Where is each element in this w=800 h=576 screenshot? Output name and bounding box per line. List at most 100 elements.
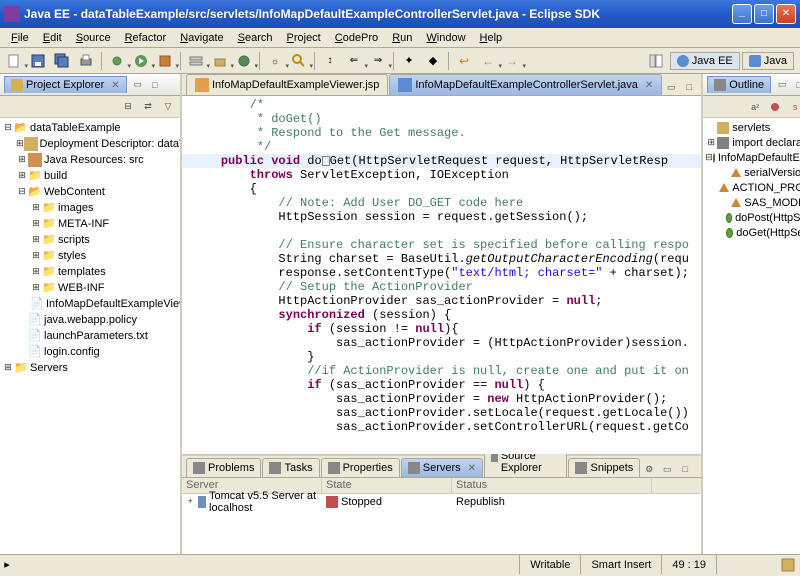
menu-source[interactable]: Source <box>69 30 118 46</box>
save-button[interactable] <box>27 50 49 72</box>
annotation-prev-button[interactable]: ⇐ <box>343 50 365 72</box>
collapse-all-icon[interactable]: ⊟ <box>120 99 136 115</box>
menu-search[interactable]: Search <box>231 30 280 46</box>
editor-tab[interactable]: InfoMapDefaultExampleViewer.jsp <box>186 74 388 95</box>
outline-tree[interactable]: servlets⊞import declarations⊟InfoMapDefa… <box>703 118 800 554</box>
toggle-mark-button[interactable]: ↕ <box>319 50 341 72</box>
menu-window[interactable]: Window <box>419 30 472 46</box>
view-menu-icon[interactable]: ▽ <box>160 99 176 115</box>
tree-item[interactable]: ⊟WebContent <box>2 184 178 200</box>
menu-navigate[interactable]: Navigate <box>173 30 230 46</box>
tree-item[interactable]: login.config <box>2 344 178 360</box>
link-editor-icon[interactable]: ⇄ <box>140 99 156 115</box>
tree-item[interactable]: ⊞images <box>2 200 178 216</box>
new-class-button[interactable] <box>233 50 255 72</box>
tree-item[interactable]: ⊞scripts <box>2 232 178 248</box>
menu-codepro[interactable]: CodePro <box>328 30 385 46</box>
outline-item[interactable]: SAS_MODEL : String <box>705 195 800 210</box>
servers-row[interactable]: +Tomcat v5.5 Server at localhost Stopped… <box>182 494 701 510</box>
outline-tab[interactable]: Outline <box>707 76 771 93</box>
back-button[interactable]: ← <box>477 50 499 72</box>
menu-refactor[interactable]: Refactor <box>118 30 174 46</box>
status-insert-mode: Smart Insert <box>580 555 661 574</box>
servers-actions-icon[interactable]: ⚙ <box>641 461 657 477</box>
open-type-button[interactable]: ☼ <box>264 50 286 72</box>
maximize-view-icon[interactable]: □ <box>147 77 163 93</box>
tree-item[interactable]: ⊞styles <box>2 248 178 264</box>
close-button[interactable]: ✕ <box>776 4 796 24</box>
menu-edit[interactable]: Edit <box>36 30 69 46</box>
tree-item[interactable]: ⊞templates <box>2 264 178 280</box>
new-package-button[interactable] <box>209 50 231 72</box>
menu-help[interactable]: Help <box>473 30 510 46</box>
tree-item[interactable]: ⊞Deployment Descriptor: dataTableE <box>2 136 178 152</box>
project-explorer-tree[interactable]: ⊟dataTableExample⊞Deployment Descriptor:… <box>0 118 180 554</box>
menu-file[interactable]: File <box>4 30 36 46</box>
editor-maximize-icon[interactable]: □ <box>681 79 697 95</box>
tree-item[interactable]: ⊞Java Resources: src <box>2 152 178 168</box>
debug-button[interactable] <box>106 50 128 72</box>
outline-item[interactable]: doPost(HttpServletReques <box>705 210 800 225</box>
status-updates-icon[interactable] <box>780 557 796 573</box>
forward-button[interactable]: → <box>501 50 523 72</box>
bottom-tab-properties[interactable]: Properties <box>321 458 400 477</box>
bottom-minimize-icon[interactable]: ▭ <box>659 461 675 477</box>
open-perspective-button[interactable] <box>645 50 667 72</box>
tree-item[interactable]: launchParameters.txt <box>2 328 178 344</box>
run-last-button[interactable] <box>154 50 176 72</box>
annotation-next-button[interactable]: ⇒ <box>367 50 389 72</box>
project-explorer-title: Project Explorer <box>26 79 104 91</box>
tree-item[interactable]: java.webapp.policy <box>2 312 178 328</box>
last-edit-button[interactable]: ↩ <box>453 50 475 72</box>
editor-minimize-icon[interactable]: ▭ <box>663 79 679 95</box>
outline-item[interactable]: ⊟InfoMapDefaultExampleControl <box>705 150 800 165</box>
tree-item[interactable]: ⊞build <box>2 168 178 184</box>
outline-maximize-icon[interactable]: □ <box>791 77 800 93</box>
minimize-button[interactable]: _ <box>732 4 752 24</box>
menu-run[interactable]: Run <box>385 30 419 46</box>
bottom-tab-tasks[interactable]: Tasks <box>262 458 319 477</box>
bottom-maximize-icon[interactable]: □ <box>677 461 693 477</box>
project-explorer-tab[interactable]: Project Explorer ✕ <box>4 76 127 93</box>
codepro-wizard-button[interactable]: ✦ <box>398 50 420 72</box>
tree-item[interactable]: ⊞META-INF <box>2 216 178 232</box>
save-all-button[interactable] <box>51 50 73 72</box>
bottom-tab-snippets[interactable]: Snippets <box>568 458 640 477</box>
hide-fields-icon[interactable] <box>767 99 783 115</box>
perspective-java[interactable]: Java <box>742 52 794 70</box>
project-explorer-icon <box>11 79 23 91</box>
bottom-tab-problems[interactable]: Problems <box>186 458 261 477</box>
tree-item[interactable]: ⊞Servers <box>2 360 178 376</box>
print-button[interactable] <box>75 50 97 72</box>
close-icon[interactable]: ✕ <box>111 80 119 91</box>
tree-item[interactable]: ⊞WEB-INF <box>2 280 178 296</box>
outline-item[interactable]: servlets <box>705 120 800 135</box>
maximize-button[interactable]: □ <box>754 4 774 24</box>
new-server-button[interactable] <box>185 50 207 72</box>
codepro-button[interactable]: ◆ <box>422 50 444 72</box>
column-header[interactable]: Status <box>452 478 652 493</box>
outline-minimize-icon[interactable]: ▭ <box>774 77 790 93</box>
code-editor[interactable]: /* * doGet() * Respond to the Get messag… <box>182 96 701 454</box>
perspective-java-ee[interactable]: Java EE <box>670 52 740 70</box>
servers-table[interactable]: +Tomcat v5.5 Server at localhost Stopped… <box>182 494 701 554</box>
main-toolbar: ☼ ↕ ⇐ ⇒ ✦ ◆ ↩ ← → Java EE Java <box>0 48 800 74</box>
new-button[interactable] <box>3 50 25 72</box>
sort-icon[interactable]: aᶻ <box>747 99 763 115</box>
outline-item[interactable]: ACTION_PROVIDER : Strin <box>705 180 800 195</box>
bottom-tab-servers[interactable]: Servers✕ <box>401 458 483 477</box>
outline-item[interactable]: ⊞import declarations <box>705 135 800 150</box>
menu-project[interactable]: Project <box>280 30 328 46</box>
hide-static-icon[interactable]: s <box>787 99 800 115</box>
search-button[interactable] <box>288 50 310 72</box>
tree-item[interactable]: InfoMapDefaultExampleViewer <box>2 296 178 312</box>
editor-tab[interactable]: InfoMapDefaultExampleControllerServlet.j… <box>389 74 662 95</box>
outline-item[interactable]: doGet(HttpServletRequest <box>705 225 800 240</box>
outline-item[interactable]: serialVersionUID : long <box>705 165 800 180</box>
tree-item[interactable]: ⊟dataTableExample <box>2 120 178 136</box>
statusbar: ▸ Writable Smart Insert 49 : 19 <box>0 554 800 574</box>
minimize-view-icon[interactable]: ▭ <box>130 77 146 93</box>
close-icon[interactable]: ✕ <box>645 80 653 91</box>
run-button[interactable] <box>130 50 152 72</box>
column-header[interactable]: State <box>322 478 452 493</box>
